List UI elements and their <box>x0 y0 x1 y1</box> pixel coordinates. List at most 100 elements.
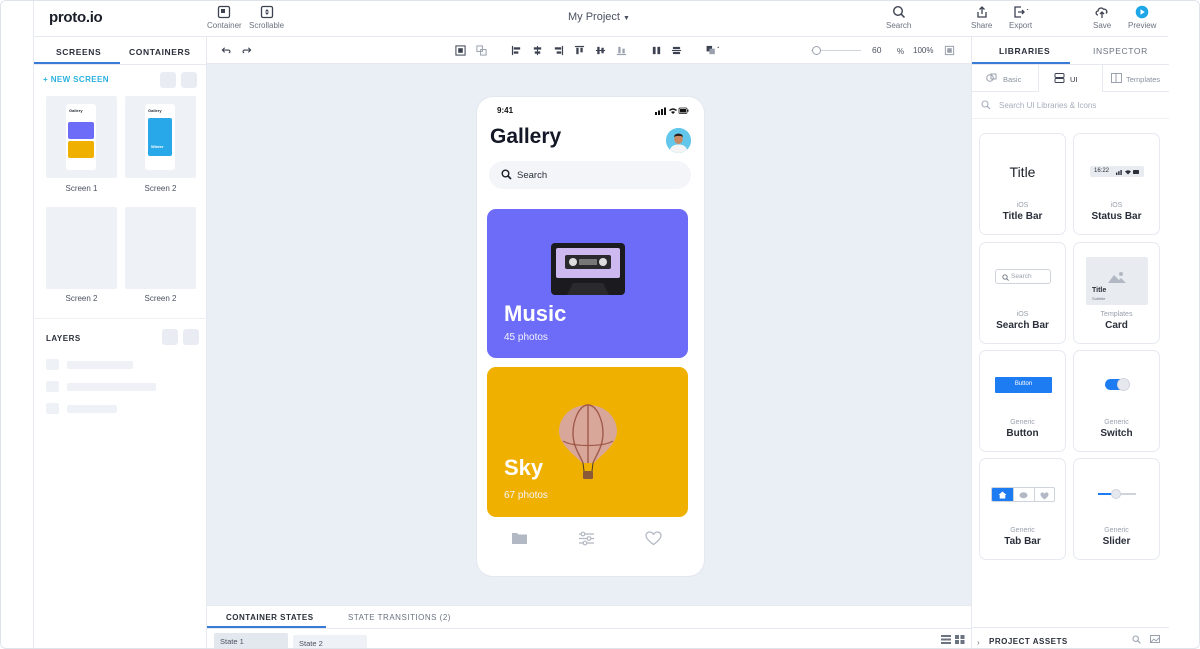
state-item[interactable]: State 1 <box>214 633 288 648</box>
card-subtitle: 67 photos <box>504 490 548 501</box>
thumbnail-title: Gallery <box>69 108 83 113</box>
tab-inspector[interactable]: INSPECTOR <box>1093 46 1148 56</box>
thumbnail-card: Winter <box>148 118 172 156</box>
search-placeholder: Search <box>517 170 548 181</box>
library-item-category: iOS <box>1110 202 1123 209</box>
screen-option-button[interactable] <box>181 72 197 88</box>
left-panel: SCREENS CONTAINERS + NEW SCREEN Gallery … <box>34 37 207 648</box>
screen-thumbnail[interactable]: Gallery <box>46 96 117 178</box>
new-screen-button[interactable]: + NEW SCREEN <box>43 75 109 84</box>
subtab-basic[interactable]: Basic <box>972 65 1038 92</box>
layer-option-button[interactable] <box>162 329 178 345</box>
card-preview-title: Title <box>1092 287 1107 294</box>
library-item-category: Generic <box>1010 419 1035 426</box>
list-view-icon[interactable] <box>941 635 951 644</box>
fit-screen-icon[interactable] <box>944 45 955 56</box>
tab-separator <box>1034 488 1035 501</box>
gallery-title: Gallery <box>490 125 562 148</box>
library-item-name: Slider <box>1102 536 1131 547</box>
distribute-horizontal-icon[interactable] <box>651 45 662 56</box>
library-search-input[interactable]: Search UI Libraries & Icons <box>999 101 1096 110</box>
library-item-category: Generic <box>1104 419 1129 426</box>
library-subtabs: Basic UI Templates <box>972 65 1169 92</box>
grid-view-icon[interactable] <box>955 635 965 644</box>
library-item-search-bar[interactable]: Search iOS Search Bar <box>979 242 1066 344</box>
tab-containers[interactable]: CONTAINERS <box>129 47 191 57</box>
sky-card[interactable]: Sky 67 photos <box>487 367 688 517</box>
play-icon <box>1135 5 1149 19</box>
thumbnail-title: Gallery <box>148 108 162 113</box>
search-field[interactable]: Search <box>489 161 691 189</box>
image-icon[interactable] <box>1150 635 1160 644</box>
layer-placeholder <box>46 403 59 414</box>
align-top-icon[interactable] <box>574 45 585 56</box>
tab-libraries[interactable]: LIBRARIES <box>999 46 1050 56</box>
align-left-icon[interactable] <box>511 45 522 56</box>
library-item-card[interactable]: Title Subtitle Templates Card <box>1073 242 1160 344</box>
screen-thumbnail[interactable] <box>125 207 196 289</box>
export-icon <box>1013 6 1029 18</box>
sliders-icon[interactable] <box>578 531 595 546</box>
undo-icon[interactable] <box>221 45 232 56</box>
distribute-vertical-icon[interactable] <box>671 45 682 56</box>
screen-thumbnail[interactable] <box>46 207 117 289</box>
tab-container-states[interactable]: CONTAINER STATES <box>226 613 314 622</box>
library-item-slider[interactable]: Generic Slider <box>1073 458 1160 560</box>
tab-state-transitions[interactable]: STATE TRANSITIONS (2) <box>348 613 451 622</box>
library-item-tab-bar[interactable]: Generic Tab Bar <box>979 458 1066 560</box>
align-bottom-icon[interactable] <box>616 45 627 56</box>
preview-button[interactable]: Preview <box>1128 5 1156 30</box>
export-button[interactable]: Export <box>1009 5 1032 30</box>
status-icons <box>655 107 689 115</box>
layer-placeholder <box>46 359 59 370</box>
redo-icon[interactable] <box>241 45 252 56</box>
heart-icon[interactable] <box>645 531 662 546</box>
chevron-right-icon[interactable]: › <box>977 638 980 647</box>
phone-artboard[interactable]: 9:41 Gallery Search Music 45 photos Sky … <box>477 97 704 576</box>
state-item[interactable]: State 2 <box>293 635 367 648</box>
ungroup-icon[interactable] <box>476 45 487 56</box>
container-button[interactable]: Container <box>207 5 242 30</box>
subtab-templates[interactable]: Templates <box>1103 65 1169 92</box>
arrange-icon[interactable] <box>705 45 721 56</box>
search-icon[interactable] <box>1132 635 1141 644</box>
subtab-ui[interactable]: UI <box>1038 65 1103 92</box>
right-panel: LIBRARIES INSPECTOR Basic UI Templates S… <box>971 37 1169 648</box>
templates-icon <box>1111 73 1122 83</box>
zoom-100-button[interactable]: 100% <box>913 46 933 55</box>
chat-icon <box>1019 492 1028 499</box>
screen-thumbnail[interactable]: Gallery Winter <box>125 96 196 178</box>
screen-option-button[interactable] <box>160 72 176 88</box>
library-item-status-bar[interactable]: 16:22 iOS Status Bar <box>1073 133 1160 235</box>
screen-label: Screen 2 <box>65 294 98 303</box>
music-card[interactable]: Music 45 photos <box>487 209 688 358</box>
top-bar: proto.io Container Scrollable My Project… <box>34 1 1168 37</box>
folder-icon[interactable] <box>511 531 528 545</box>
layer-option-button[interactable] <box>183 329 199 345</box>
thumbnail-card-title: Winter <box>151 144 164 149</box>
layer-placeholder <box>67 405 117 413</box>
align-middle-icon[interactable] <box>595 45 606 56</box>
library-item-title-bar[interactable]: Title iOS Title Bar <box>979 133 1066 235</box>
avatar[interactable] <box>666 128 691 153</box>
library-item-switch[interactable]: Generic Switch <box>1073 350 1160 452</box>
design-canvas[interactable]: 9:41 Gallery Search Music 45 photos Sky … <box>207 64 971 605</box>
group-icon[interactable] <box>455 45 466 56</box>
home-icon <box>998 491 1007 499</box>
save-button[interactable]: Save <box>1093 5 1111 30</box>
project-assets-heading[interactable]: PROJECT ASSETS <box>989 637 1068 646</box>
zoom-input[interactable]: 60 <box>872 45 881 55</box>
shapes-icon <box>986 73 997 82</box>
card-preview-subtitle: Subtitle <box>1092 296 1106 301</box>
project-menu[interactable]: My Project ▼ <box>568 11 630 23</box>
share-button[interactable]: Share <box>971 5 992 30</box>
scrollable-button[interactable]: Scrollable <box>249 5 284 30</box>
cassette-icon <box>551 243 625 295</box>
library-item-button[interactable]: Button Generic Button <box>979 350 1066 452</box>
align-right-icon[interactable] <box>553 45 564 56</box>
zoom-slider-handle[interactable] <box>812 46 821 55</box>
align-center-icon[interactable] <box>532 45 543 56</box>
app-window: proto.io Container Scrollable My Project… <box>0 0 1200 649</box>
tab-screens[interactable]: SCREENS <box>56 47 101 57</box>
search-button[interactable]: Search <box>886 5 911 30</box>
